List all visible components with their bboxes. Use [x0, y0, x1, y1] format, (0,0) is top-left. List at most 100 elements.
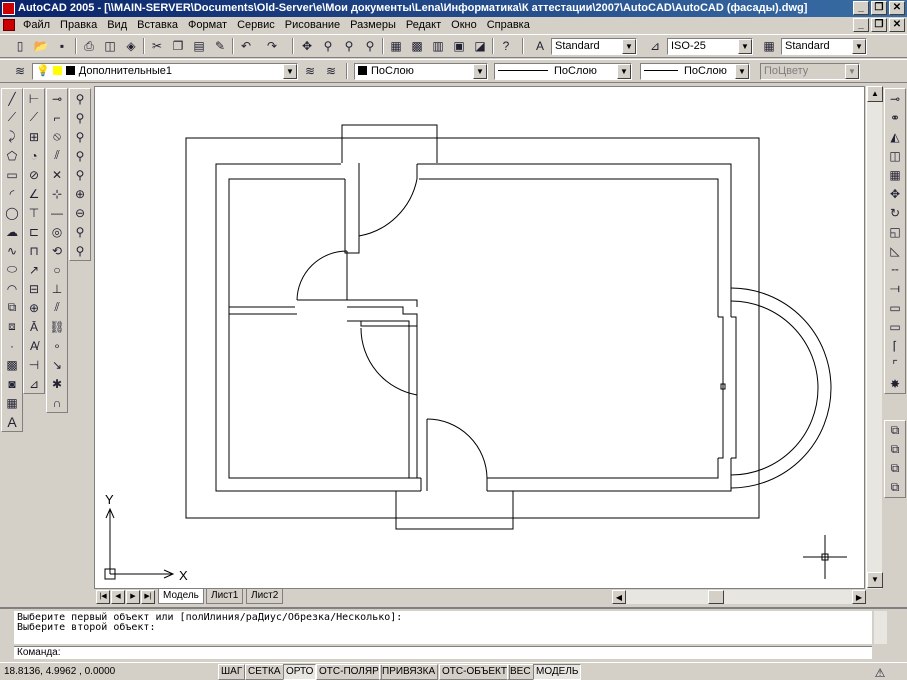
polyline-icon[interactable]: ⤸	[2, 127, 22, 146]
erase-icon[interactable]: ⊸	[47, 89, 67, 108]
layer-previous-icon[interactable]: ≋	[321, 61, 341, 81]
extend-right-icon[interactable]: ⟞	[885, 279, 905, 298]
menu-dimension[interactable]: Размеры	[345, 17, 401, 34]
make-layer-current-icon[interactable]: ≋	[300, 61, 320, 81]
sheet-set-icon[interactable]: ▣	[449, 36, 469, 56]
hatch-icon[interactable]: ▩	[2, 355, 22, 374]
doc-restore-button[interactable]: ❐	[871, 18, 887, 32]
first-tab-button[interactable]: |◀	[96, 590, 110, 604]
ellipse-icon[interactable]: ⬭	[2, 260, 22, 279]
quick-dimension-icon[interactable]: ⊤	[24, 203, 44, 222]
explode-right-icon[interactable]: ✸	[885, 374, 905, 393]
rotate-right-icon[interactable]: ↻	[885, 203, 905, 222]
menu-file[interactable]: Файл	[18, 17, 55, 34]
menu-window[interactable]: Окно	[446, 17, 482, 34]
offset-icon[interactable]: ⫽	[47, 146, 67, 165]
aligned-dimension-icon[interactable]: ⟋	[24, 108, 44, 127]
baseline-dimension-icon[interactable]: ⊏	[24, 222, 44, 241]
arc-icon[interactable]: ◜	[2, 184, 22, 203]
menu-insert[interactable]: Вставка	[132, 17, 183, 34]
close-button[interactable]: ✕	[889, 1, 905, 15]
angular-dimension-icon[interactable]: ∠	[24, 184, 44, 203]
move-right-icon[interactable]: ✥	[885, 184, 905, 203]
zoom-realtime-icon[interactable]: ⚲	[318, 36, 338, 56]
print-preview-icon[interactable]: ◫	[100, 36, 120, 56]
restore-button[interactable]: ❐	[871, 1, 887, 15]
spline-icon[interactable]: ∿	[2, 241, 22, 260]
next-tab-button[interactable]: ▶	[126, 590, 140, 604]
zoom-out-icon[interactable]: ⊖	[70, 203, 90, 222]
tool-palettes-icon[interactable]: ▥	[428, 36, 448, 56]
new-file-icon[interactable]: ▯	[10, 36, 30, 56]
cut-icon[interactable]: ✂	[147, 36, 167, 56]
circle-icon[interactable]: ◯	[2, 203, 22, 222]
dimension-edit-icon[interactable]: Ā	[24, 317, 44, 336]
zoom-window-tool-icon[interactable]: ⚲	[70, 89, 90, 108]
horizontal-scrollbar[interactable]: ◀ ▶	[612, 590, 866, 604]
zoom-in-icon[interactable]: ⊕	[70, 184, 90, 203]
chamfer-right-icon[interactable]: ⌈	[885, 336, 905, 355]
lineweight-select[interactable]: ПоСлою ▼	[640, 63, 750, 80]
zoom-all-icon[interactable]: ⚲	[70, 222, 90, 241]
print-icon[interactable]: ⎙	[79, 36, 99, 56]
menu-view[interactable]: Вид	[102, 17, 132, 34]
explode-icon[interactable]: ✱	[47, 374, 67, 393]
rotate-icon[interactable]: —	[47, 203, 67, 222]
continue-dimension-icon[interactable]: ⊓	[24, 241, 44, 260]
linear-dimension-icon[interactable]: ⊢	[24, 89, 44, 108]
ordinate-dimension-icon[interactable]: ⊞	[24, 127, 44, 146]
command-scrollbar[interactable]	[874, 611, 887, 644]
trim-right-icon[interactable]: ╌	[885, 260, 905, 279]
menu-format[interactable]: Формат	[183, 17, 232, 34]
horizontal-scroll-thumb[interactable]	[708, 590, 724, 604]
break-right-icon[interactable]: ▭	[885, 317, 905, 336]
insert-block-icon[interactable]: ⧉	[2, 298, 22, 317]
fillet-right-icon[interactable]: ⌜	[885, 355, 905, 374]
tab-model[interactable]: Модель	[158, 589, 204, 604]
zoom-previous-icon[interactable]: ⚲	[360, 36, 380, 56]
zoom-window-icon[interactable]: ⚲	[339, 36, 359, 56]
dimension-text-edit-icon[interactable]: A̸	[24, 336, 44, 355]
ellipse-arc-icon[interactable]: ◠	[2, 279, 22, 298]
markup-icon[interactable]: ◪	[470, 36, 490, 56]
menu-modify[interactable]: Редакт	[401, 17, 446, 34]
bring-to-front-icon[interactable]: ⧉	[885, 421, 905, 440]
lineweight-toggle[interactable]: ВЕС	[507, 664, 534, 680]
scroll-right-button[interactable]: ▶	[852, 590, 866, 604]
undo-icon[interactable]: ↶	[236, 36, 256, 56]
scale-icon[interactable]: ◎	[47, 222, 67, 241]
command-line-input[interactable]: Команда:	[14, 646, 872, 659]
publish-icon[interactable]: ◈	[121, 36, 141, 56]
vertical-scrollbar[interactable]: ▲ ▼	[866, 86, 883, 589]
radius-dimension-icon[interactable]: ◔	[24, 146, 44, 165]
center-mark-icon[interactable]: ⊕	[24, 298, 44, 317]
minimize-button[interactable]: _	[853, 1, 869, 15]
design-center-icon[interactable]: ▩	[407, 36, 427, 56]
region-icon[interactable]: ◙	[2, 374, 22, 393]
layer-manager-icon[interactable]: ≋	[10, 61, 30, 81]
object-snap-toggle[interactable]: ПРИВЯЗКА	[379, 664, 439, 680]
polygon-icon[interactable]: ⬠	[2, 146, 22, 165]
scroll-down-button[interactable]: ▼	[867, 572, 883, 588]
menu-tools[interactable]: Сервис	[232, 17, 280, 34]
zoom-scale-icon[interactable]: ⚲	[70, 127, 90, 146]
model-space-toggle[interactable]: МОДЕЛЬ	[533, 664, 582, 680]
menu-help[interactable]: Справка	[482, 17, 535, 34]
scale-right-icon[interactable]: ◱	[885, 222, 905, 241]
snap-toggle[interactable]: ШАГ	[218, 664, 246, 680]
copy-icon[interactable]: ❐	[168, 36, 188, 56]
magnet-icon[interactable]: ∩	[47, 393, 67, 412]
doc-close-button[interactable]: ✕	[889, 18, 905, 32]
layer-select[interactable]: 💡 Дополнительные1 ▼	[32, 63, 298, 80]
send-under-icon[interactable]: ⧉	[885, 478, 905, 497]
move-icon[interactable]: ⊹	[47, 184, 67, 203]
doc-minimize-button[interactable]: _	[853, 18, 869, 32]
stretch-right-icon[interactable]: ◺	[885, 241, 905, 260]
quick-leader-icon[interactable]: ↗	[24, 260, 44, 279]
rectangle-icon[interactable]: ▭	[2, 165, 22, 184]
properties-icon[interactable]: ▦	[386, 36, 406, 56]
chamfer-icon[interactable]: ∘	[47, 336, 67, 355]
copy-right-icon[interactable]: ⚭	[885, 108, 905, 127]
ortho-toggle[interactable]: ОРТО	[283, 664, 317, 680]
break-at-point-icon[interactable]: ▭	[885, 298, 905, 317]
